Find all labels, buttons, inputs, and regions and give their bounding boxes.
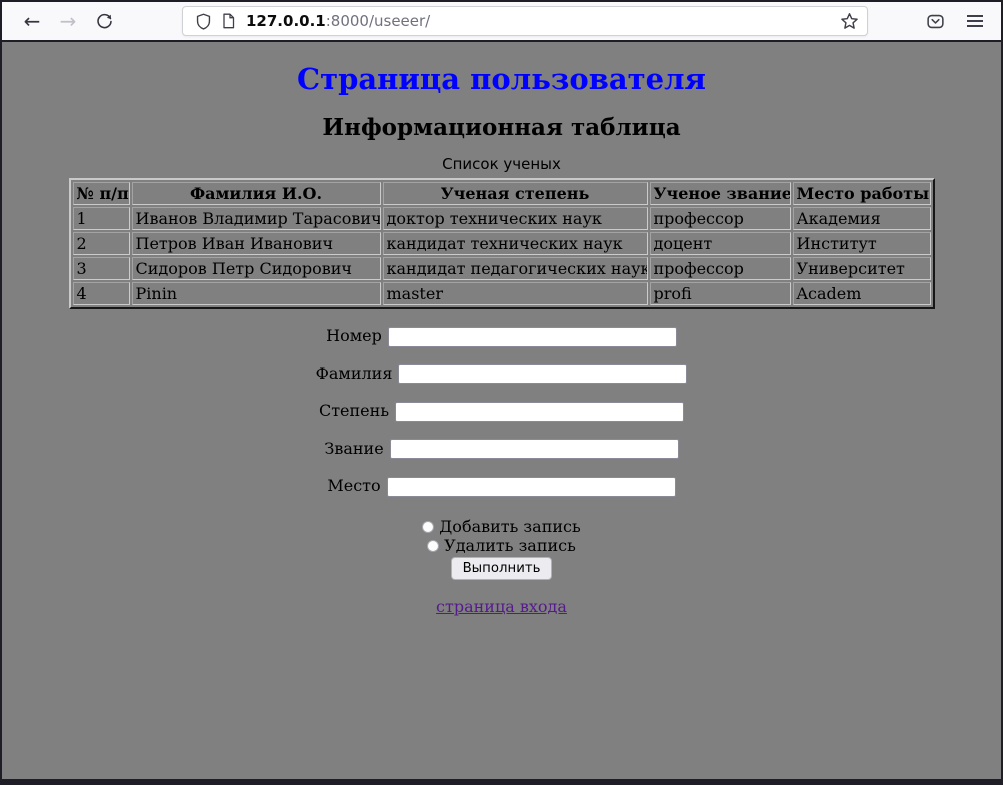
table-cell: Academ <box>793 282 931 305</box>
table-cell: master <box>383 282 648 305</box>
url-path: :8000/useeer/ <box>326 12 431 30</box>
degree-field[interactable] <box>395 402 684 422</box>
form-row-degree: Степень <box>2 401 1001 422</box>
page-subtitle: Информационная таблица <box>2 114 1001 141</box>
table-cell: профессор <box>650 207 791 230</box>
table-header-row: № п/п Фамилия И.О. Ученая степень Ученое… <box>73 182 931 205</box>
table-cell: 2 <box>73 232 130 255</box>
add-record-label: Добавить запись <box>439 517 580 536</box>
workplace-label: Место <box>327 476 380 495</box>
scientists-table: Список ученых № п/п Фамилия И.О. Ученая … <box>69 155 935 309</box>
table-cell: Академия <box>793 207 931 230</box>
rank-label: Звание <box>324 439 383 458</box>
bookmark-star-icon[interactable] <box>840 12 859 31</box>
form-row-rank: Звание <box>2 439 1001 460</box>
table-cell: Университет <box>793 257 931 280</box>
url-text[interactable]: 127.0.0.1:8000/useeer/ <box>246 12 430 30</box>
column-header-degree: Ученая степень <box>383 182 648 205</box>
page-content: Страница пользователя Информационная таб… <box>2 42 1001 779</box>
table-cell: кандидат педагогических наук <box>383 257 648 280</box>
table-row: 4 Pinin master profi Academ <box>73 282 931 305</box>
page-title: Страница пользователя <box>2 62 1001 96</box>
menu-icon[interactable] <box>967 15 983 27</box>
column-header-number: № п/п <box>73 182 130 205</box>
add-record-radio[interactable] <box>422 521 434 533</box>
record-form: Номер Фамилия Степень Звание Место Добав… <box>2 326 1001 580</box>
refresh-button[interactable] <box>88 5 120 37</box>
table-cell: профессор <box>650 257 791 280</box>
form-row-number: Номер <box>2 326 1001 347</box>
execute-button[interactable]: Выполнить <box>451 557 553 580</box>
table-cell: Институт <box>793 232 931 255</box>
table-cell: Иванов Владимир Тарасович <box>132 207 381 230</box>
table-cell: доктор технических наук <box>383 207 648 230</box>
table-cell: Pinin <box>132 282 381 305</box>
url-bar[interactable]: 127.0.0.1:8000/useeer/ <box>182 6 868 36</box>
page-info-icon[interactable] <box>221 13 236 29</box>
url-host: 127.0.0.1 <box>246 12 326 30</box>
column-header-surname: Фамилия И.О. <box>132 182 381 205</box>
delete-record-label: Удалить запись <box>444 536 576 555</box>
table-row: 3 Сидоров Петр Сидорович кандидат педаго… <box>73 257 931 280</box>
surname-field[interactable] <box>398 364 687 384</box>
browser-window: { "browser": { "back_glyph": "←", "forwa… <box>0 0 1003 785</box>
login-page-link[interactable]: страница входа <box>436 597 567 616</box>
table-cell: profi <box>650 282 791 305</box>
delete-record-radio[interactable] <box>427 540 439 552</box>
shield-icon[interactable] <box>195 13 212 30</box>
add-record-option: Добавить запись <box>2 517 1001 536</box>
form-row-workplace: Место <box>2 476 1001 497</box>
table-row: 1 Иванов Владимир Тарасович доктор техни… <box>73 207 931 230</box>
table-row: 2 Петров Иван Иванович кандидат техничес… <box>73 232 931 255</box>
delete-record-option: Удалить запись <box>2 536 1001 555</box>
degree-label: Степень <box>319 401 389 420</box>
table-cell: Сидоров Петр Сидорович <box>132 257 381 280</box>
table-caption: Список ученых <box>69 155 935 178</box>
column-header-workplace: Место работы <box>793 182 931 205</box>
table-cell: кандидат технических наук <box>383 232 648 255</box>
back-button[interactable]: ← <box>16 5 48 37</box>
form-row-surname: Фамилия <box>2 364 1001 385</box>
table-cell: 1 <box>73 207 130 230</box>
browser-toolbar: ← → 127.0.0.1:8000/useeer/ <box>2 2 1001 40</box>
rank-field[interactable] <box>390 439 679 459</box>
table-cell: доцент <box>650 232 791 255</box>
column-header-rank: Ученое звание <box>650 182 791 205</box>
number-label: Номер <box>326 326 382 345</box>
table-cell: Петров Иван Иванович <box>132 232 381 255</box>
surname-label: Фамилия <box>316 364 393 383</box>
forward-button[interactable]: → <box>52 5 84 37</box>
workplace-field[interactable] <box>387 477 676 497</box>
table-cell: 4 <box>73 282 130 305</box>
refresh-icon <box>96 13 113 30</box>
login-link-row: страница входа <box>2 597 1001 616</box>
number-field[interactable] <box>388 327 677 347</box>
pocket-icon[interactable] <box>926 12 945 31</box>
table-cell: 3 <box>73 257 130 280</box>
action-radio-group: Добавить запись Удалить запись Выполнить <box>2 517 1001 580</box>
